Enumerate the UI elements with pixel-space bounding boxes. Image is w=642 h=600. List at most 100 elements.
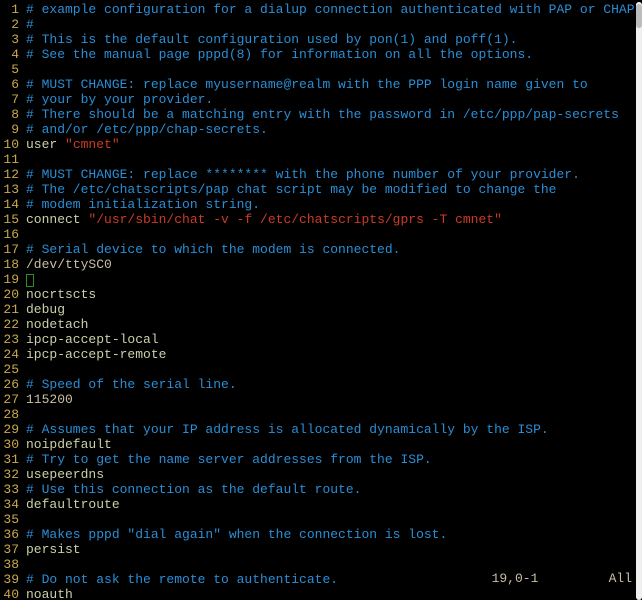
code-line[interactable]: 18/dev/ttySC0 <box>0 257 642 272</box>
code-line[interactable]: 32usepeerdns <box>0 467 642 482</box>
line-content[interactable]: # MUST CHANGE: replace ******** with the… <box>22 167 642 182</box>
code-line[interactable]: 2# <box>0 17 642 32</box>
scrollbar-thumb[interactable] <box>636 4 642 28</box>
code-line[interactable]: 34defaultroute <box>0 497 642 512</box>
code-line[interactable]: 19 <box>0 272 642 287</box>
line-content[interactable]: # <box>22 17 642 32</box>
line-content[interactable]: /dev/ttySC0 <box>22 257 642 272</box>
line-number: 33 <box>0 482 22 497</box>
line-content[interactable]: debug <box>22 302 642 317</box>
line-number: 23 <box>0 332 22 347</box>
code-line[interactable]: 5 <box>0 62 642 77</box>
code-line[interactable]: 9 # and/or /etc/ppp/chap-secrets. <box>0 122 642 137</box>
line-number: 9 <box>0 122 22 137</box>
comment-text: # Use this connection as the default rou… <box>26 482 361 497</box>
line-content[interactable]: # The /etc/chatscripts/pap chat script m… <box>22 182 642 197</box>
line-number: 18 <box>0 257 22 272</box>
line-content[interactable]: # Assumes that your IP address is alloca… <box>22 422 642 437</box>
line-number: 37 <box>0 542 22 557</box>
line-content[interactable]: 115200 <box>22 392 642 407</box>
code-line[interactable]: 8# There should be a matching entry with… <box>0 107 642 122</box>
text-editor[interactable]: 1# example configuration for a dialup co… <box>0 0 642 600</box>
line-content[interactable]: noipdefault <box>22 437 642 452</box>
code-line[interactable]: 3# This is the default configuration use… <box>0 32 642 47</box>
line-number: 32 <box>0 467 22 482</box>
code-line[interactable]: 26# Speed of the serial line. <box>0 377 642 392</box>
code-line[interactable]: 4# See the manual page pppd(8) for infor… <box>0 47 642 62</box>
line-content[interactable]: nodetach <box>22 317 642 332</box>
comment-text: # There should be a matching entry with … <box>26 107 619 122</box>
comment-text: # Assumes that your IP address is alloca… <box>26 422 549 437</box>
line-content[interactable]: ipcp-accept-local <box>22 332 642 347</box>
code-line[interactable]: 13# The /etc/chatscripts/pap chat script… <box>0 182 642 197</box>
keyword-text: ipcp-accept-remote <box>26 347 166 362</box>
line-content[interactable] <box>22 227 642 242</box>
line-content[interactable]: # Try to get the name server addresses f… <box>22 452 642 467</box>
code-line[interactable]: 7# your by your provider. <box>0 92 642 107</box>
line-content[interactable]: # modem initialization string. <box>22 197 642 212</box>
code-line[interactable]: 33 # Use this connection as the default r… <box>0 482 642 497</box>
line-number: 36 <box>0 527 22 542</box>
line-content[interactable] <box>22 152 642 167</box>
line-content[interactable]: ipcp-accept-remote <box>22 347 642 362</box>
code-line[interactable]: 24 ipcp-accept-remote <box>0 347 642 362</box>
code-line[interactable]: 1# example configuration for a dialup co… <box>0 2 642 17</box>
line-content[interactable]: # Use this connection as the default rou… <box>22 482 642 497</box>
line-number: 24 <box>0 347 22 362</box>
line-content[interactable] <box>22 512 642 527</box>
code-line[interactable]: 27115200 <box>0 392 642 407</box>
line-content[interactable]: defaultroute <box>22 497 642 512</box>
code-line[interactable]: 29 # Assumes that your IP address is allo… <box>0 422 642 437</box>
code-line[interactable]: 23ipcp-accept-local <box>0 332 642 347</box>
code-line[interactable]: 6# MUST CHANGE: replace myusername@realm… <box>0 77 642 92</box>
scrollbar[interactable] <box>636 2 642 600</box>
line-number: 39 <box>0 572 22 587</box>
code-line[interactable]: 40noauth <box>0 587 642 600</box>
line-content[interactable]: # your by your provider. <box>22 92 642 107</box>
code-line[interactable]: 11 <box>0 152 642 167</box>
line-content[interactable]: usepeerdns <box>22 467 642 482</box>
code-line[interactable]: 16 <box>0 227 642 242</box>
line-number: 29 <box>0 422 22 437</box>
line-content[interactable]: # There should be a matching entry with … <box>22 107 642 122</box>
line-content[interactable]: # MUST CHANGE: replace myusername@realm … <box>22 77 642 92</box>
code-line[interactable]: 37persist <box>0 542 642 557</box>
line-content[interactable]: # example configuration for a dialup con… <box>22 2 642 17</box>
line-content[interactable]: user "cmnet" <box>22 137 642 152</box>
code-line[interactable]: 30noipdefault <box>0 437 642 452</box>
line-content[interactable] <box>22 407 642 422</box>
code-line[interactable]: 20nocrtscts <box>0 287 642 302</box>
line-number: 6 <box>0 77 22 92</box>
line-number: 35 <box>0 512 22 527</box>
code-line[interactable]: 25 <box>0 362 642 377</box>
code-line[interactable]: 22nodetach <box>0 317 642 332</box>
code-line[interactable]: 14# modem initialization string. <box>0 197 642 212</box>
line-content[interactable]: # and/or /etc/ppp/chap-secrets. <box>22 122 642 137</box>
code-line[interactable]: 31# Try to get the name server addresses… <box>0 452 642 467</box>
line-content[interactable]: nocrtscts <box>22 287 642 302</box>
line-content[interactable] <box>22 62 642 77</box>
code-line[interactable]: 17# Serial device to which the modem is … <box>0 242 642 257</box>
line-content[interactable]: # See the manual page pppd(8) for inform… <box>22 47 642 62</box>
line-content[interactable] <box>22 272 642 287</box>
line-content[interactable]: noauth <box>22 587 642 600</box>
code-line[interactable]: 21debug <box>0 302 642 317</box>
code-line[interactable]: 36# Makes pppd "dial again" when the con… <box>0 527 642 542</box>
line-content[interactable] <box>22 362 642 377</box>
line-content[interactable]: persist <box>22 542 642 557</box>
code-line[interactable]: 12# MUST CHANGE: replace ******** with t… <box>0 167 642 182</box>
line-number: 2 <box>0 17 22 32</box>
line-content[interactable]: # Makes pppd "dial again" when the conne… <box>22 527 642 542</box>
cursor <box>26 274 34 287</box>
line-number: 1 <box>0 2 22 17</box>
line-content[interactable]: # Speed of the serial line. <box>22 377 642 392</box>
code-line[interactable]: 15connect "/usr/sbin/chat -v -f /etc/cha… <box>0 212 642 227</box>
code-line[interactable]: 10user "cmnet" <box>0 137 642 152</box>
keyword-text: debug <box>26 302 65 317</box>
line-content[interactable]: connect "/usr/sbin/chat -v -f /etc/chats… <box>22 212 642 227</box>
code-line[interactable]: 35 <box>0 512 642 527</box>
line-content[interactable]: # Serial device to which the modem is co… <box>22 242 642 257</box>
comment-text: # and/or /etc/ppp/chap-secrets. <box>26 122 268 137</box>
code-line[interactable]: 28 <box>0 407 642 422</box>
line-content[interactable]: # This is the default configuration used… <box>22 32 642 47</box>
